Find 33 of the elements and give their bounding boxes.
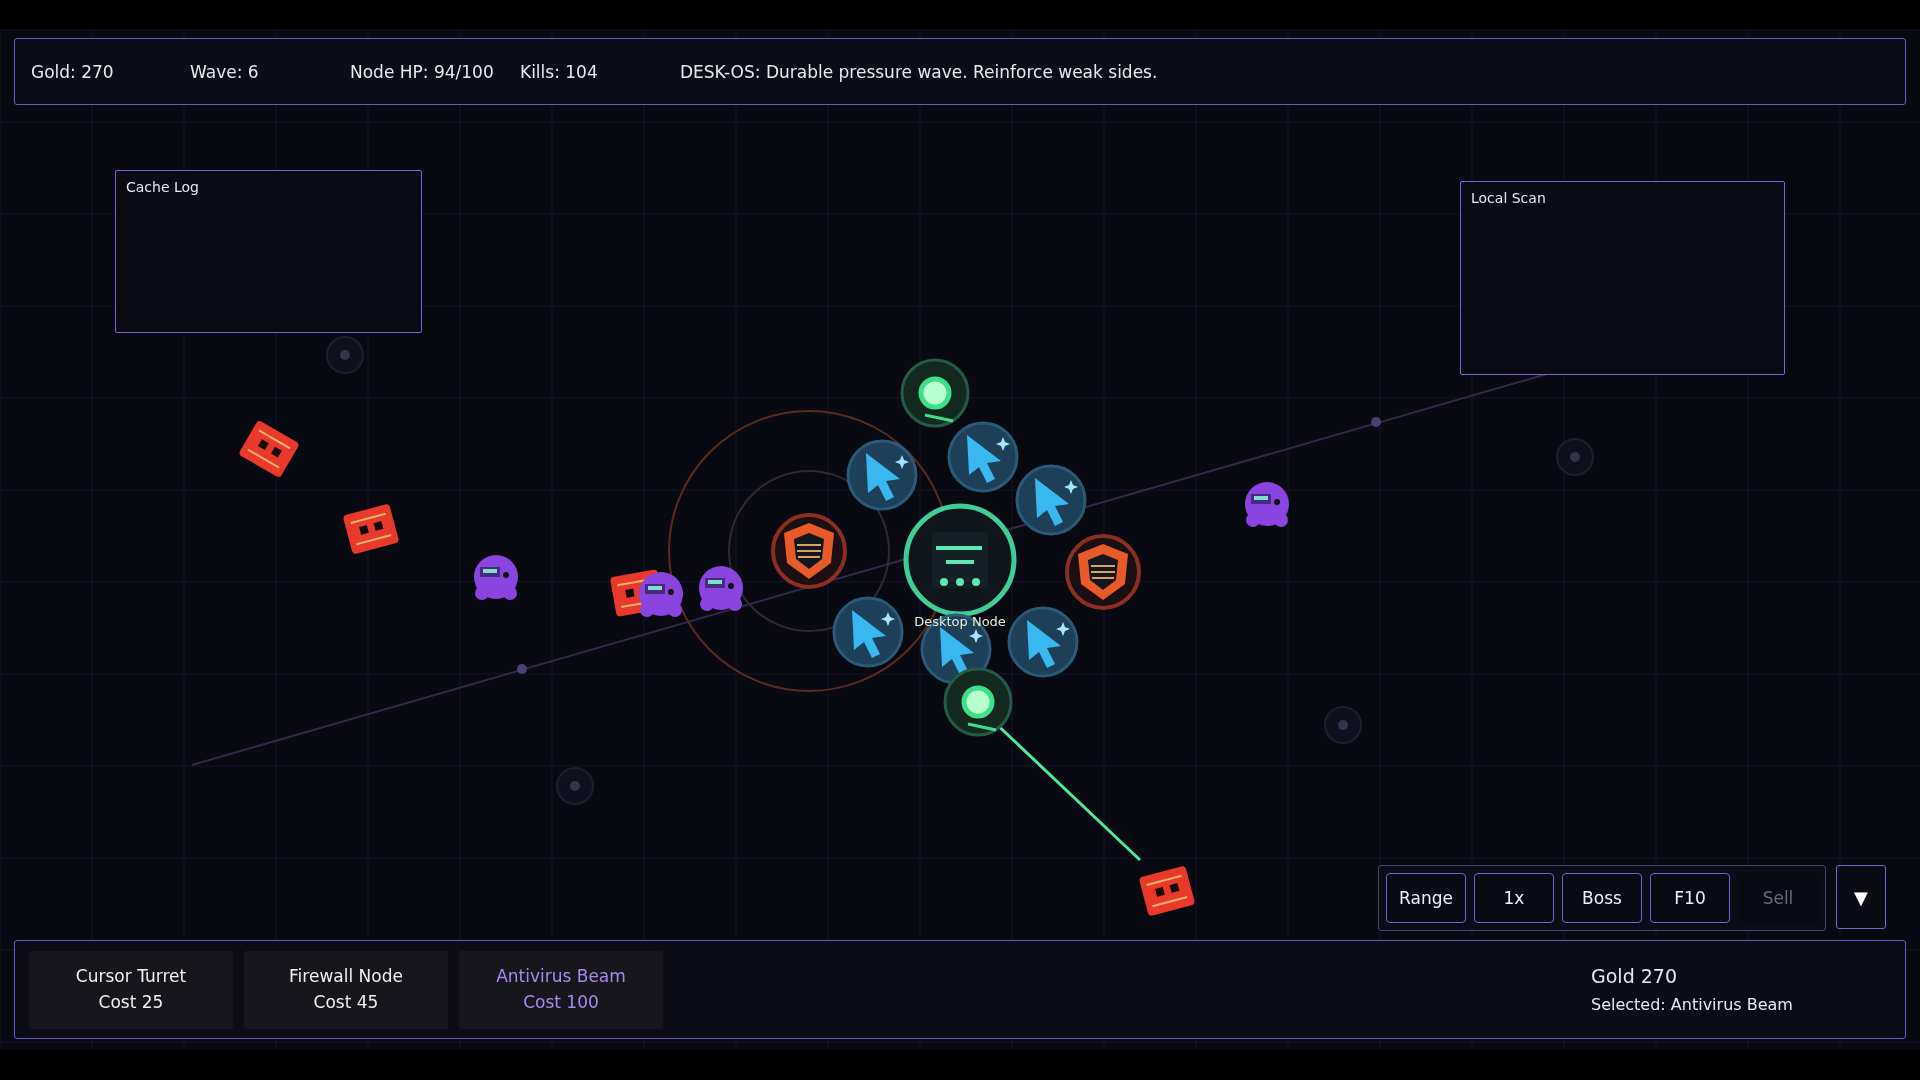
- control-button[interactable]: F10: [1650, 873, 1730, 923]
- control-button[interactable]: Range: [1386, 873, 1466, 923]
- blob-enemy-drawing: [699, 566, 743, 611]
- panel-title: Local Scan: [1471, 190, 1546, 206]
- menu-toggle-button[interactable]: ▼: [1836, 865, 1886, 929]
- control-button[interactable]: Boss: [1562, 873, 1642, 923]
- status-text: Node HP: 94/100: [350, 61, 495, 82]
- spawn-ring-icon: [1324, 706, 1362, 744]
- path-waypoint-icon: [517, 664, 527, 674]
- tower-option[interactable]: Antivirus Beam Cost 100: [459, 950, 663, 1029]
- tower-option[interactable]: Firewall Node Cost 45: [244, 950, 448, 1029]
- spawn-ring-icon: [326, 336, 364, 374]
- cursor-turret-drawing: [832, 596, 904, 668]
- status-message: DESK-OS: Durable pressure wave. Reinforce weak sides.: [680, 61, 1158, 82]
- beam-tower-drawing: [900, 358, 970, 428]
- control-button[interactable]: 1x: [1474, 873, 1554, 923]
- selection-text: Selected: Antivirus Beam: [1591, 995, 1794, 1014]
- node-label: Desktop Node: [914, 613, 1006, 629]
- cursor-turret-drawing: [1015, 464, 1087, 536]
- status-text: Gold: 270: [31, 61, 115, 82]
- status-text: Kills: 104: [520, 61, 599, 82]
- blob-enemy-drawing: [639, 572, 683, 617]
- cursor-turret-drawing: [947, 421, 1019, 493]
- beam-tower-drawing: [943, 667, 1013, 737]
- blob-enemy-drawing: [474, 555, 518, 600]
- cursor-turret-drawing: [1007, 606, 1079, 678]
- panel-title: Cache Log: [126, 179, 199, 195]
- status-text: Wave: 6: [190, 61, 260, 82]
- path-waypoint-icon: [1371, 417, 1381, 427]
- cursor-turret-drawing: [846, 439, 918, 511]
- currency-text: Gold 270: [1591, 965, 1678, 987]
- blob-enemy-drawing: [1245, 482, 1289, 527]
- tower-option[interactable]: Cursor Turret Cost 25: [29, 950, 233, 1029]
